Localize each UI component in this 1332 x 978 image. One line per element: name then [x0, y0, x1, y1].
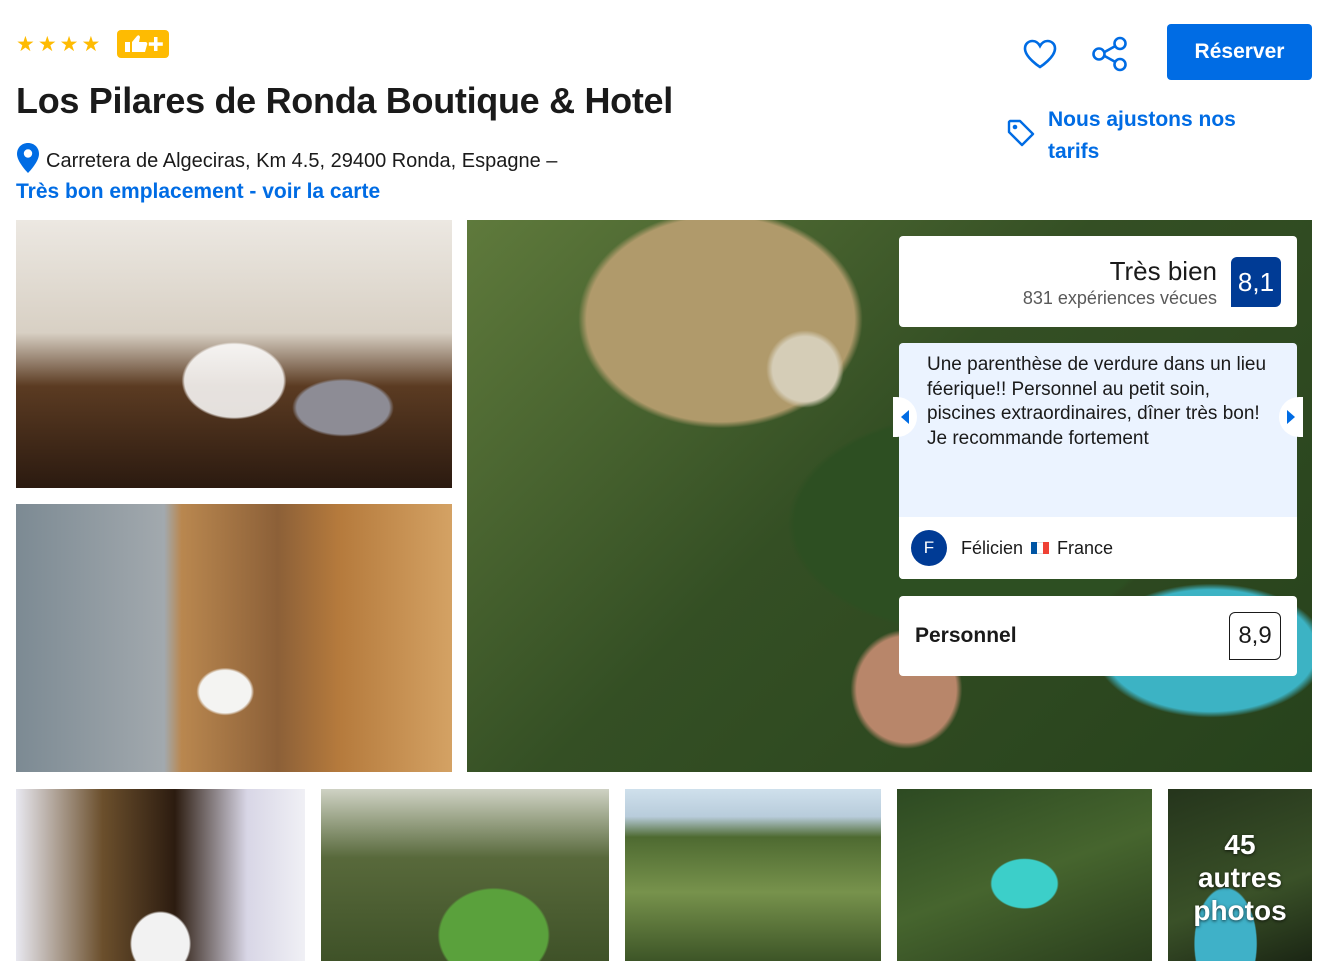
review-score-card[interactable]: Très bien 831 expériences vécues 8,1	[899, 236, 1297, 327]
reviewer-country: France	[1057, 537, 1114, 558]
hotel-title: Los Pilares de Ronda Boutique & Hotel	[16, 80, 673, 121]
reviewer-line: Félicien France	[961, 538, 1113, 559]
france-flag-icon	[1031, 542, 1050, 554]
map-link[interactable]: Très bon emplacement - voir la carte	[16, 180, 380, 204]
star-icon: ★	[37, 32, 57, 56]
avatar: F	[911, 530, 947, 566]
more-photos-count: 45	[1224, 828, 1256, 860]
thumbs-up-plus-icon[interactable]	[117, 30, 170, 58]
photo-grounds[interactable]	[625, 789, 881, 961]
price-match-text: Nous ajustons nos tarifs	[1048, 108, 1236, 163]
score-word: Très bien	[1109, 256, 1217, 286]
reviewer-name: Félicien	[961, 537, 1024, 558]
reviewer-info: F Félicien France	[899, 517, 1297, 579]
star-icon: ★	[59, 32, 79, 56]
review-next-button[interactable]	[1279, 397, 1303, 437]
review-count: 831 expériences vécues	[1022, 288, 1217, 308]
star-icon: ★	[16, 32, 35, 56]
heart-icon	[1023, 39, 1057, 69]
review-text: Une parenthèse de verdure dans un lieu f…	[927, 354, 1267, 449]
photo-living-room[interactable]	[16, 789, 305, 961]
map-pin-icon	[16, 142, 40, 180]
photo-bathroom[interactable]	[16, 504, 452, 772]
staff-label: Personnel	[915, 624, 1017, 647]
chevron-right-icon	[1287, 410, 1295, 424]
score-badge: 8,1	[1231, 257, 1281, 307]
reserve-button[interactable]: Réserver	[1167, 24, 1312, 80]
review-prev-button[interactable]	[893, 397, 917, 437]
tag-icon	[1006, 118, 1036, 168]
star-rating: ★ ★ ★ ★	[16, 30, 170, 58]
save-favorite-button[interactable]	[1018, 36, 1062, 72]
photo-garden[interactable]	[321, 789, 609, 961]
address-text: Carretera de Algeciras, Km 4.5, 29400 Ro…	[46, 149, 558, 172]
staff-score-badge: 8,9	[1229, 612, 1281, 660]
more-photos-tile[interactable]: 45 autres photos	[1168, 789, 1312, 961]
staff-score-card: Personnel 8,9	[899, 596, 1297, 676]
more-photos-line2: photos	[1193, 894, 1287, 926]
photo-bedroom[interactable]	[16, 220, 452, 488]
photo-pool-aerial[interactable]	[897, 789, 1152, 961]
price-match-link[interactable]: Nous ajustons nos tarifs	[1006, 104, 1268, 168]
share-icon	[1092, 36, 1127, 72]
share-button[interactable]	[1088, 34, 1132, 74]
address: Carretera de Algeciras, Km 4.5, 29400 Ro…	[16, 142, 557, 180]
more-photos-line1: autres	[1197, 861, 1283, 893]
guest-review-card: Une parenthèse de verdure dans un lieu f…	[893, 343, 1303, 579]
star-icon: ★	[81, 32, 101, 56]
more-photos-label: 45 autres photos	[1168, 789, 1312, 961]
chevron-left-icon	[901, 410, 909, 424]
